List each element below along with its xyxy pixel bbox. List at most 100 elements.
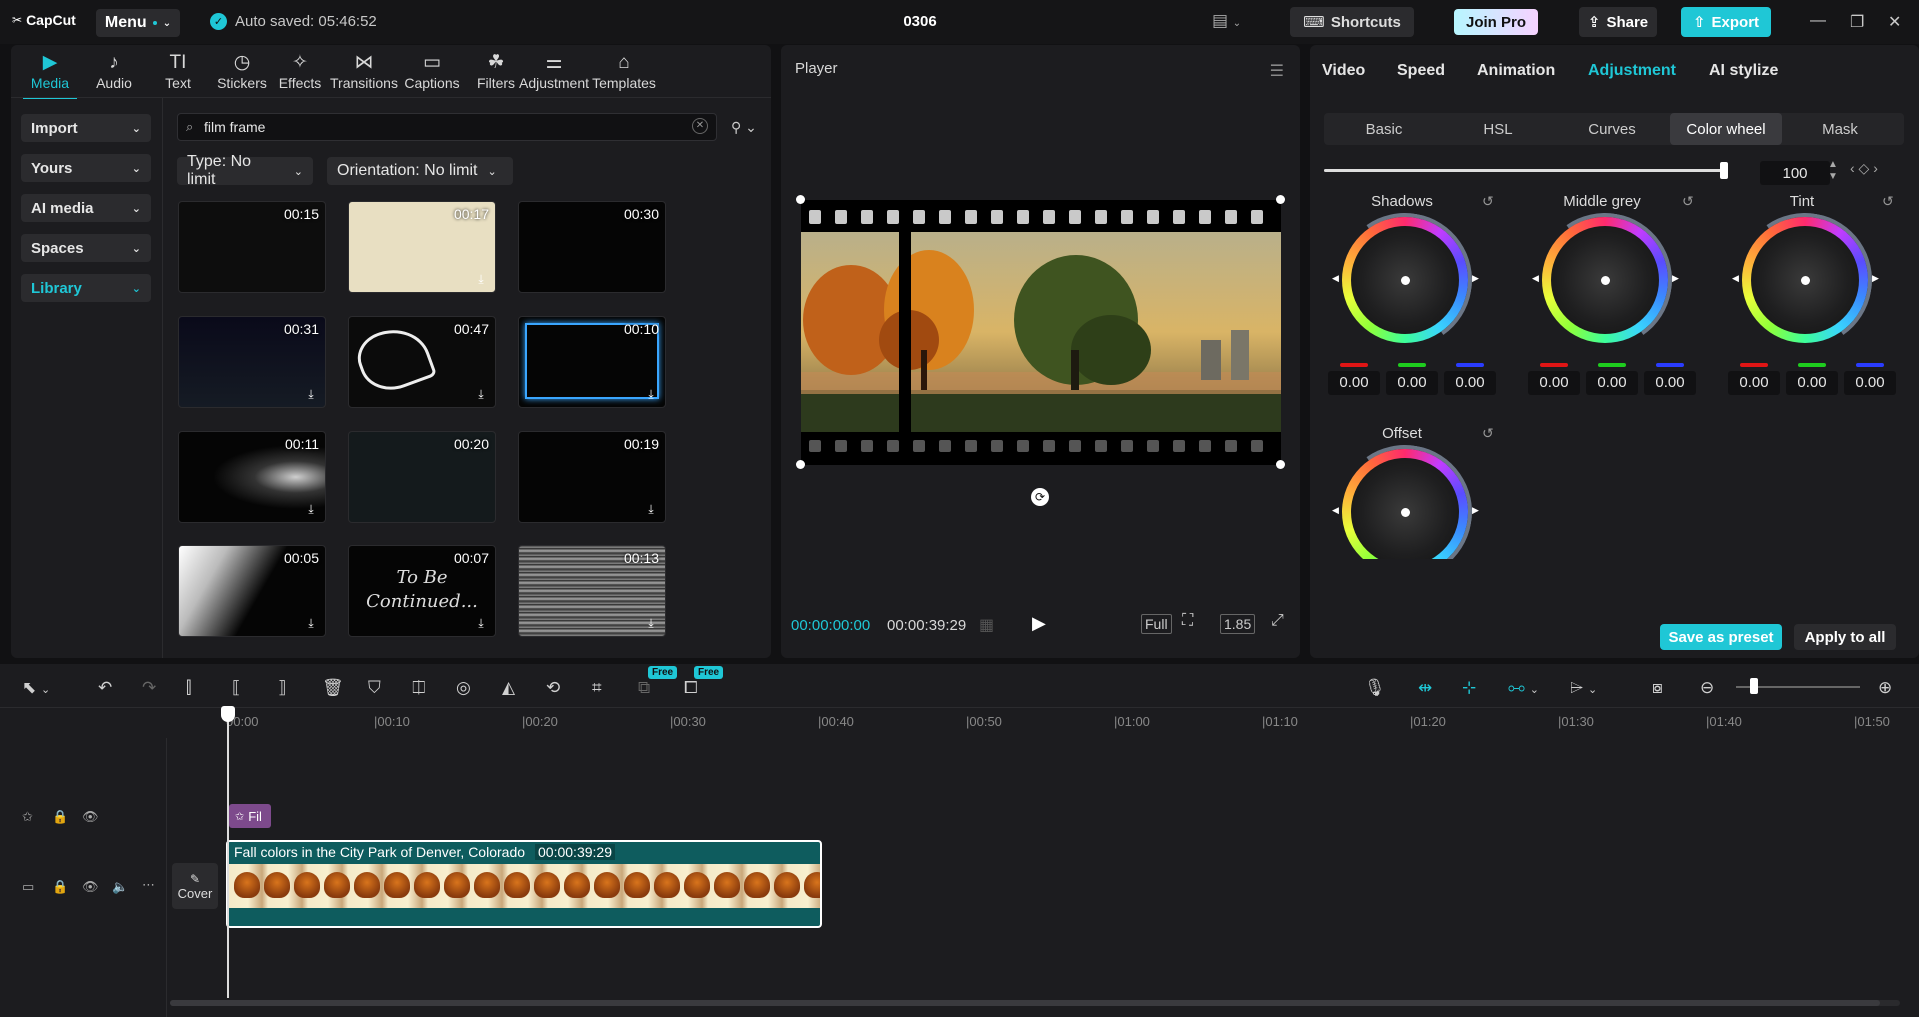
grid-view-icon[interactable]: ▦ [979,615,994,635]
lock-icon[interactable]: 🔒 [52,809,68,825]
media-thumbnail[interactable]: 00:19⤓ [518,431,666,523]
fullscreen-icon[interactable]: ⤢ [1271,612,1284,630]
scrollbar-thumb[interactable] [170,1000,1880,1006]
handle-bottom-right[interactable] [1276,460,1285,469]
subtab-curves[interactable]: Curves [1556,113,1668,145]
channel-value-input[interactable]: 0.00 [1444,371,1496,395]
export-button[interactable]: ⇧Export [1681,7,1771,37]
eye-icon[interactable]: 👁 [82,879,99,895]
download-icon[interactable]: ⤓ [643,501,659,517]
channel-value-input[interactable]: 0.00 [1328,371,1380,395]
split-icon[interactable]: ⫿ [186,678,191,698]
minimize-icon[interactable]: — [1810,12,1826,30]
orientation-filter-dropdown[interactable]: Orientation: No limit⌄ [327,157,513,185]
media-thumbnail[interactable]: To BeContinued...00:07⤓ [348,545,496,637]
subtab-mask[interactable]: Mask [1784,113,1896,145]
preview-axis-icon[interactable]: ⌲ ⌄ [1570,678,1597,698]
zoom-out-icon[interactable]: ⊖ [1700,678,1714,698]
split-right-icon[interactable]: ⟧ [278,678,286,698]
tab-text[interactable]: TIText [143,51,213,95]
effect-clip[interactable]: ✩Fil [229,804,271,828]
zoom-fit-icon[interactable]: ⛶ [1182,612,1193,630]
download-icon[interactable]: ⤓ [643,615,659,631]
keyframe-icon[interactable]: ‹ ◇ › [1850,160,1878,177]
tab-transitions[interactable]: ⋈Transitions [329,51,399,95]
magnet-icon[interactable]: ⇹ [1418,678,1432,698]
tab-effects[interactable]: ✧Effects [265,51,335,95]
timeline-scrollbar[interactable] [170,1000,1900,1006]
rotate-tool-icon[interactable]: ⟲ [546,678,560,698]
playhead[interactable] [227,708,229,998]
sidebar-item-ai-media[interactable]: AI media⌄ [21,194,151,222]
media-thumbnail[interactable]: 00:11⤓ [178,431,326,523]
handle-top-left[interactable] [796,195,805,204]
undo-icon[interactable]: ↶ [98,678,112,698]
tab-media[interactable]: ▶Media [15,51,85,95]
channel-value-input[interactable]: 0.00 [1644,371,1696,395]
filter-icon[interactable]: ⚲ ⌄ [731,119,757,136]
clear-search-icon[interactable]: ✕ [692,118,708,134]
reset-icon[interactable]: ↺ [1682,193,1694,210]
more-icon[interactable]: ⋯ [142,877,155,893]
wheel-center-handle[interactable] [1401,508,1410,517]
type-filter-dropdown[interactable]: Type: No limit⌄ [177,157,313,185]
eye-icon[interactable]: 👁 [82,809,99,825]
zoom-in-icon[interactable]: ⊕ [1878,678,1892,698]
timeline-zoom-knob[interactable] [1750,678,1758,694]
download-icon[interactable]: ⤓ [303,615,319,631]
shortcuts-button[interactable]: ⌨Shortcuts [1290,7,1414,37]
download-icon[interactable]: ⤓ [473,386,489,402]
rotate-icon[interactable]: ⟳ [1031,488,1049,506]
volume-icon[interactable]: 🔈 [112,879,128,895]
channel-value-input[interactable]: 0.00 [1844,371,1896,395]
restore-icon[interactable]: ❐ [1850,12,1864,32]
subtab-color-wheel[interactable]: Color wheel [1670,113,1782,145]
crop-icon[interactable]: ⌗ [592,678,602,698]
subtab-basic[interactable]: Basic [1328,113,1440,145]
marker-icon[interactable]: ⛉ [368,678,381,698]
media-thumbnail[interactable]: 00:13⤓ [518,545,666,637]
video-clip[interactable]: Fall colors in the City Park of Denver, … [226,840,822,928]
inspector-tab-adjustment[interactable]: Adjustment [1588,62,1676,80]
play-icon[interactable]: ▶ [1032,613,1046,634]
close-icon[interactable]: ✕ [1888,12,1901,32]
channel-value-input[interactable]: 0.00 [1528,371,1580,395]
inspector-tab-video[interactable]: Video [1322,62,1365,80]
inspector-tab-ai-stylize[interactable]: AI stylize [1709,62,1778,80]
download-icon[interactable]: ⤓ [473,271,489,287]
apply-to-all-button[interactable]: Apply to all [1794,624,1896,650]
channel-value-input[interactable]: 0.00 [1786,371,1838,395]
search-input[interactable]: ⌕ film frame ✕ [177,113,717,141]
media-thumbnail[interactable]: 00:10⤓ [518,316,666,408]
share-button[interactable]: ⇪Share [1579,7,1657,37]
media-thumbnail[interactable]: 00:17⤓ [348,201,496,293]
redo-icon[interactable]: ↷ [142,678,156,698]
tab-adjustment[interactable]: ⚌Adjustment [519,51,589,95]
cover-button[interactable]: ✎Cover [172,863,218,909]
wheel-center-handle[interactable] [1401,276,1410,285]
sidebar-item-spaces[interactable]: Spaces⌄ [21,234,151,262]
stepper-icon[interactable]: ▲▼ [1828,159,1838,183]
channel-value-input[interactable]: 0.00 [1386,371,1438,395]
subtitle-view-icon[interactable]: ⧇ [1652,678,1663,698]
intensity-slider[interactable] [1324,169,1724,172]
download-icon[interactable]: ⤓ [303,386,319,402]
wheel-center-handle[interactable] [1801,276,1810,285]
channel-value-input[interactable]: 0.00 [1728,371,1780,395]
sidebar-item-import[interactable]: Import⌄ [21,114,151,142]
tab-captions[interactable]: ▭Captions [397,51,467,95]
time-ruler[interactable]: 00:00|00:10|00:20|00:30|00:40|00:50|01:0… [166,708,1919,738]
auto-caption-icon[interactable]: ⧉ [638,678,650,698]
video-preview[interactable] [801,200,1281,465]
subtab-hsl[interactable]: HSL [1442,113,1554,145]
wheel-center-handle[interactable] [1601,276,1610,285]
media-thumbnail[interactable]: 00:30 [518,201,666,293]
mirror-icon[interactable]: ◭ [502,678,515,698]
media-thumbnail[interactable]: 00:05⤓ [178,545,326,637]
download-icon[interactable]: ⤓ [303,501,319,517]
select-tool-icon[interactable]: ⬉ ⌄ [22,678,50,698]
auto-snap-icon[interactable]: ⊹ [1462,678,1476,698]
link-icon[interactable]: ⧟ ⌄ [1508,678,1539,698]
media-thumbnail[interactable]: 00:15 [178,201,326,293]
split-left-icon[interactable]: ⟦ [232,678,240,698]
